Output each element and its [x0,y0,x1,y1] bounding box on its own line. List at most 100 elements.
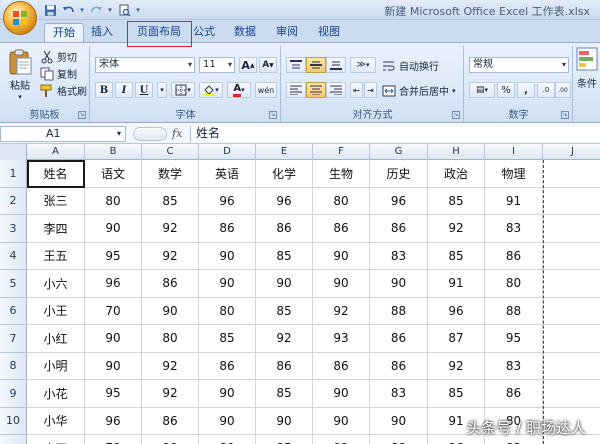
table-cell[interactable]: 90 [313,270,370,298]
font-color-button[interactable]: A ▾ [227,82,251,98]
percent-style-button[interactable]: % [497,82,515,98]
table-cell[interactable]: 70 [85,435,142,444]
redo-icon[interactable] [88,2,104,18]
row-header[interactable]: 9 [0,380,27,408]
table-cell[interactable]: 85 [256,297,313,325]
table-cell[interactable]: 80 [313,187,370,215]
table-cell[interactable]: 86 [485,242,543,270]
table-cell[interactable]: 86 [370,352,428,380]
column-header-f[interactable]: F [313,144,370,160]
table-cell[interactable]: 92 [428,352,485,380]
table-cell[interactable]: 85 [256,380,313,408]
header-cell[interactable]: 英语 [199,160,256,188]
increase-indent-button[interactable]: ⇥ [364,82,377,98]
table-cell[interactable]: 96 [428,297,485,325]
table-cell[interactable]: 80 [199,297,256,325]
underline-button[interactable]: U [135,82,153,98]
name-box[interactable]: A1 ▾ [0,126,126,142]
table-cell[interactable]: 85 [428,242,485,270]
table-cell[interactable]: 91 [485,187,543,215]
row-header[interactable]: 7 [0,325,27,353]
table-cell[interactable]: 92 [142,215,199,243]
table-cell[interactable]: 90 [85,325,142,353]
table-cell[interactable]: 90 [313,407,370,435]
table-cell[interactable]: 86 [485,380,543,408]
increase-decimal-button[interactable]: .0 [537,82,555,98]
column-header-e[interactable]: E [256,144,313,160]
tab-home[interactable]: 开始 [44,23,84,42]
row-header[interactable]: 6 [0,297,27,325]
header-cell[interactable]: 姓名 [27,160,85,188]
decrease-decimal-button[interactable]: .00 [555,82,571,98]
row-header[interactable]: 10 [0,407,27,435]
table-cell[interactable]: 95 [485,325,543,353]
table-cell[interactable]: 李四 [27,215,85,243]
table-cell[interactable]: 小华 [27,407,85,435]
table-cell[interactable]: 90 [199,270,256,298]
header-cell[interactable]: 物理 [485,160,543,188]
table-cell[interactable] [543,325,600,353]
cut-button[interactable]: 剪切 [40,49,77,64]
shrink-font-button[interactable]: A ▼ [259,57,277,73]
table-cell[interactable]: 88 [370,435,428,444]
wrap-text-button[interactable]: 自动换行 [382,58,439,73]
table-cell[interactable]: 92 [142,242,199,270]
table-cell[interactable] [543,353,600,380]
table-cell[interactable]: 83 [485,215,543,243]
table-cell[interactable]: 80 [485,270,543,298]
chevron-down-icon[interactable]: ▾ [157,82,167,98]
table-cell[interactable]: 王五 [27,242,85,270]
table-cell[interactable]: 90 [85,352,142,380]
table-cell[interactable]: 93 [313,325,370,353]
table-cell[interactable]: 92 [428,215,485,243]
table-cell[interactable]: 90 [370,270,428,298]
table-cell[interactable]: 90 [199,242,256,270]
table-cell[interactable]: 86 [199,352,256,380]
tab-data[interactable]: 数据 [228,23,262,42]
borders-button[interactable]: ▾ [171,82,195,98]
row-header[interactable]: 5 [0,270,27,298]
merge-center-button[interactable]: 合并后居中 ▾ [382,83,456,98]
table-cell[interactable]: 80 [199,435,256,444]
column-header-j[interactable]: J [543,144,600,160]
chevron-down-icon[interactable]: ▾ [78,2,86,18]
table-cell[interactable]: 小六 [27,270,85,298]
table-cell[interactable] [543,380,600,408]
table-cell[interactable]: 86 [199,215,256,243]
table-cell[interactable]: 85 [199,325,256,353]
orientation-button[interactable]: ≫ ▾ [350,57,376,73]
table-cell[interactable] [543,298,600,325]
table-cell[interactable]: 96 [370,187,428,215]
table-cell[interactable]: 92 [142,352,199,380]
column-header-c[interactable]: C [142,144,199,160]
header-cell[interactable]: 政治 [428,160,485,188]
table-cell[interactable]: 85 [142,187,199,215]
align-right-button[interactable] [326,82,346,98]
table-cell[interactable]: 95 [85,242,142,270]
header-cell[interactable]: 化学 [256,160,313,188]
tab-formulas[interactable]: 公式 [188,23,220,42]
table-cell[interactable]: 70 [85,297,142,325]
table-cell[interactable]: 90 [199,407,256,435]
column-header-h[interactable]: H [428,144,485,160]
table-cell[interactable]: 95 [85,380,142,408]
table-cell[interactable]: 90 [256,270,313,298]
table-cell[interactable]: 90 [142,297,199,325]
table-cell[interactable]: 86 [142,407,199,435]
align-middle-button[interactable] [306,57,326,73]
table-cell[interactable]: 92 [313,297,370,325]
table-cell[interactable]: 86 [256,215,313,243]
formula-bar-splitter[interactable] [133,127,167,141]
table-cell[interactable]: 小平 [27,435,85,444]
select-all-corner[interactable] [0,144,27,160]
insert-function-icon[interactable]: fx [172,127,182,140]
table-cell[interactable]: 86 [256,352,313,380]
align-top-button[interactable] [286,57,306,73]
table-cell[interactable]: 小王 [27,297,85,325]
column-header-b[interactable]: B [85,144,142,160]
table-cell[interactable]: 88 [370,297,428,325]
tab-view[interactable]: 视图 [312,23,346,42]
table-cell[interactable]: 88 [485,297,543,325]
font-name-select[interactable]: 宋体 ▾ [95,57,195,73]
grow-font-button[interactable]: A ▲ [239,57,257,73]
